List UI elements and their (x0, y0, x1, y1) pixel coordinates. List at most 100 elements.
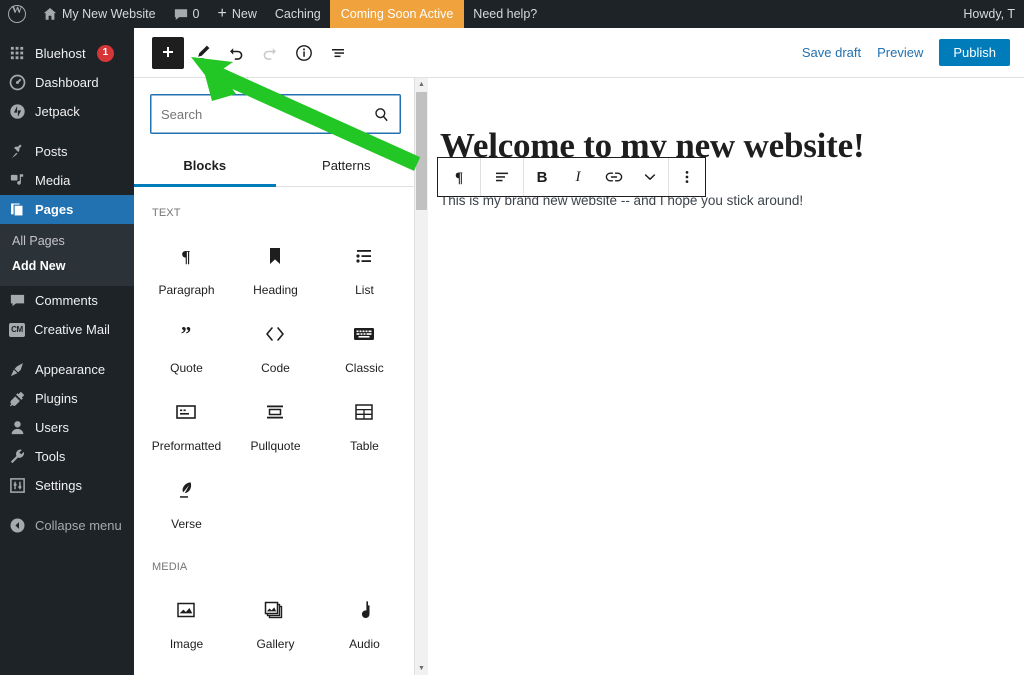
undo-button[interactable] (220, 37, 252, 69)
preview-button[interactable]: Preview (877, 45, 923, 60)
save-draft-button[interactable]: Save draft (802, 45, 861, 60)
section-title-media: MEDIA (152, 561, 188, 573)
block-type-button[interactable]: ¶ (438, 158, 480, 196)
sidebar-item-creative-mail[interactable]: CM Creative Mail (0, 315, 134, 344)
format-group: B I (524, 158, 668, 196)
block-item-image[interactable]: Image (142, 583, 231, 661)
tab-label: Patterns (322, 158, 371, 173)
coming-soon-status-button[interactable]: Coming Soon Active (329, 0, 465, 28)
tools-button[interactable] (186, 37, 218, 69)
list-view-button[interactable] (322, 37, 354, 69)
block-item-list[interactable]: List (320, 229, 409, 307)
italic-button[interactable]: I (560, 158, 596, 196)
bold-button[interactable]: B (524, 158, 560, 196)
code-icon (263, 321, 287, 347)
add-block-button[interactable] (152, 36, 184, 69)
admin-bar: My New Website 0 + New Caching Coming So… (0, 0, 1024, 28)
tab-blocks[interactable]: Blocks (134, 146, 276, 187)
sidebar-item-collapse-menu[interactable]: Collapse menu (0, 511, 134, 540)
search-box[interactable] (150, 94, 401, 134)
undo-icon (230, 47, 243, 60)
sidebar-item-media[interactable]: Media (0, 166, 134, 195)
block-grid-media: Image Gallery Audio (134, 577, 417, 661)
block-item-gallery[interactable]: Gallery (231, 583, 320, 661)
page-title[interactable]: Welcome to my new website! (428, 78, 1024, 166)
comments-button[interactable]: 0 (165, 0, 209, 28)
wordpress-logo-icon (8, 4, 26, 23)
search-input[interactable] (161, 106, 373, 122)
sidebar-item-users[interactable]: Users (0, 413, 134, 442)
block-item-heading[interactable]: Heading (231, 229, 320, 307)
svg-text:¶: ¶ (182, 247, 191, 266)
inserter-scrollbar[interactable]: ▲ ▼ (414, 78, 428, 675)
editor-canvas: Welcome to my new website! ¶ B I This is… (428, 78, 1024, 675)
sidebar-item-settings[interactable]: Settings (0, 471, 134, 500)
account-menu-button[interactable]: Howdy, T (954, 0, 1024, 28)
block-item-classic[interactable]: Classic (320, 307, 409, 385)
caching-button[interactable]: Caching (266, 0, 330, 28)
block-item-quote[interactable]: ” Quote (142, 307, 231, 385)
sidebar-item-dashboard[interactable]: Dashboard (0, 68, 134, 97)
paragraph-icon: ¶ (455, 170, 463, 186)
comment-icon (10, 294, 25, 307)
table-icon (353, 399, 375, 425)
sidebar-item-comments[interactable]: Comments (0, 286, 134, 315)
appearance-icon (10, 363, 23, 377)
link-icon (605, 172, 623, 182)
block-item-verse[interactable]: Verse (142, 463, 231, 541)
sidebar-item-tools[interactable]: Tools (0, 442, 134, 471)
block-options-button[interactable] (669, 158, 705, 196)
image-icon (175, 597, 197, 623)
sidebar-item-bluehost[interactable]: Bluehost 1 (0, 39, 134, 68)
comments-count: 0 (192, 7, 200, 21)
section-title-text: TEXT (152, 207, 181, 219)
inserter-scrollbar-thumb[interactable] (416, 92, 427, 210)
block-item-code[interactable]: Code (231, 307, 320, 385)
sidebar-item-posts[interactable]: Posts (0, 137, 134, 166)
options-group (669, 158, 705, 196)
sidebar-item-label: Jetpack (35, 104, 80, 119)
scroll-up-arrow-icon[interactable]: ▲ (415, 78, 428, 91)
wordpress-logo-button[interactable] (0, 0, 34, 28)
sidebar-item-label: Appearance (35, 362, 106, 377)
redo-button[interactable] (254, 37, 286, 69)
svg-text:¶: ¶ (455, 170, 463, 186)
sidebar-item-label: Creative Mail (34, 322, 110, 337)
block-item-audio[interactable]: Audio (320, 583, 409, 661)
need-help-button[interactable]: Need help? (464, 0, 546, 28)
howdy-label: Howdy, T (963, 7, 1015, 21)
sidebar-item-plugins[interactable]: Plugins (0, 384, 134, 413)
italic-label: I (575, 168, 581, 185)
block-label: Gallery (256, 637, 295, 651)
user-icon (11, 421, 24, 435)
link-button[interactable] (596, 158, 632, 196)
tab-patterns[interactable]: Patterns (276, 146, 418, 186)
block-item-table[interactable]: Table (320, 385, 409, 463)
chevron-down-icon (644, 174, 656, 180)
sidebar-item-label: Comments (35, 293, 98, 308)
sidebar-item-label: Tools (35, 449, 66, 464)
pullquote-icon (263, 399, 287, 425)
details-button[interactable] (288, 37, 320, 69)
publish-button[interactable]: Publish (939, 39, 1010, 66)
align-button[interactable] (481, 158, 523, 196)
submenu-item-all-pages[interactable]: All Pages (0, 229, 134, 254)
sidebar-item-jetpack[interactable]: Jetpack (0, 97, 134, 126)
sidebar-item-pages[interactable]: Pages (0, 195, 142, 224)
new-content-button[interactable]: + New (209, 0, 266, 28)
more-formats-button[interactable] (632, 158, 668, 196)
block-item-preformatted[interactable]: Preformatted (142, 385, 231, 463)
new-label: New (231, 7, 257, 21)
scroll-down-arrow-icon[interactable]: ▼ (415, 662, 428, 675)
site-name-button[interactable]: My New Website (34, 0, 165, 28)
block-label: Code (261, 361, 290, 375)
plus-icon: + (217, 5, 227, 22)
comment-bubble-icon (174, 8, 187, 20)
editor-header: Save draft Preview Publish (134, 28, 1024, 78)
media-icon (10, 174, 24, 185)
submenu-item-add-new[interactable]: Add New (0, 254, 134, 279)
block-item-paragraph[interactable]: ¶ Paragraph (142, 229, 231, 307)
bold-label: B (536, 168, 548, 186)
sidebar-item-appearance[interactable]: Appearance (0, 355, 134, 384)
block-item-pullquote[interactable]: Pullquote (231, 385, 320, 463)
